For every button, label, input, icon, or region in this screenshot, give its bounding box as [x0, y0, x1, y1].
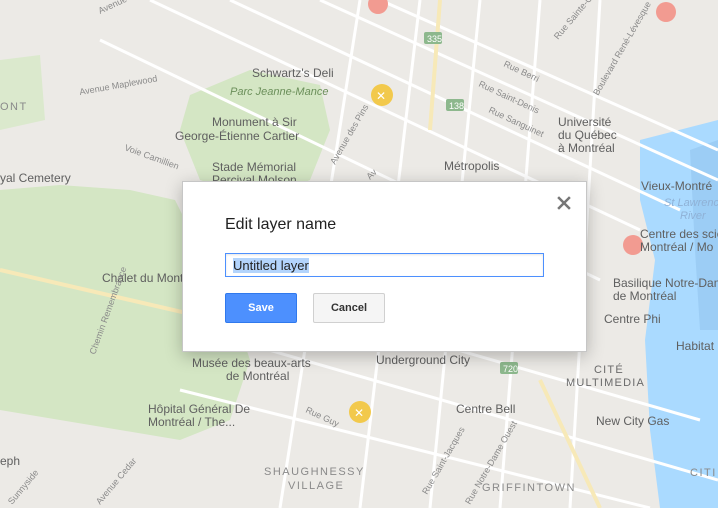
edit-layer-name-dialog: Edit layer name Save Cancel: [182, 181, 587, 352]
map-label-uqam-2: du Québec: [558, 128, 617, 142]
map-label-habitat: Habitat: [676, 339, 715, 353]
map-label-stlaurent-2: River: [680, 210, 707, 222]
map-label-centrebell: Centre Bell: [456, 402, 515, 416]
save-button[interactable]: Save: [225, 293, 297, 323]
map-label-hopital-2: Montréal / The...: [148, 415, 235, 429]
map-label-uqam-3: à Montréal: [558, 141, 615, 155]
route-138-label: 138: [449, 101, 464, 111]
route-335-label: 335: [427, 34, 442, 44]
map-label-cite-2: MULTIMEDIA: [566, 377, 645, 389]
map-label-musee-2: de Montréal: [226, 369, 289, 383]
map-label-citi: CITI: [690, 467, 717, 479]
map-label-stade-1: Stade Mémorial: [212, 160, 296, 174]
map-label-cite-1: CITÉ: [594, 363, 624, 376]
map-label-monument-1: Monument à Sir: [212, 115, 297, 129]
layer-name-input[interactable]: [225, 253, 544, 277]
fork-knife-icon: ✕: [354, 406, 364, 420]
map-label-parc: Parc Jeanne-Mance: [230, 86, 328, 98]
map-label-underground: Underground City: [376, 353, 470, 367]
map-label-basilique-1: Basilique Notre-Dame: [613, 276, 718, 290]
map-label-shaughnessy-1: SHAUGHNESSY: [264, 466, 365, 478]
fork-knife-icon: ✕: [376, 89, 386, 103]
map-label-hopital-1: Hôpital Général De: [148, 402, 250, 416]
map-label-cemetery: yal Cemetery: [0, 171, 71, 185]
map-label-centresci-1: Centre des scie: [640, 227, 718, 241]
map-label-schwartz: Schwartz's Deli: [252, 66, 334, 80]
map-label-basilique-2: de Montréal: [613, 289, 676, 303]
bar-marker-icon[interactable]: [656, 2, 676, 22]
cancel-button[interactable]: Cancel: [313, 293, 385, 323]
map-label-centresci-2: Montréal / Mo: [640, 240, 714, 254]
map-label-metropolis: Métropolis: [444, 159, 499, 173]
map-label-uqam-1: Université: [558, 115, 612, 129]
map-label-monument-2: George-Étienne Cartier: [175, 128, 299, 143]
close-icon[interactable]: [556, 195, 572, 211]
map-label-ont: ONT: [0, 101, 28, 113]
map-label-griffintown: GRIFFINTOWN: [482, 482, 576, 494]
map-label-musee-1: Musée des beaux-arts: [192, 356, 311, 370]
map-label-newcitygas: New City Gas: [596, 414, 669, 428]
map-label-centrephi: Centre Phi: [604, 312, 661, 326]
map-label-eph: eph: [0, 454, 20, 468]
route-720-label: 720: [503, 364, 518, 374]
map-label-stlaurent-1: St Lawrenc: [664, 197, 718, 209]
map-label-vieux: Vieux-Montré: [641, 179, 712, 193]
dialog-title: Edit layer name: [225, 216, 337, 233]
map-label-shaughnessy-2: VILLAGE: [288, 480, 344, 492]
